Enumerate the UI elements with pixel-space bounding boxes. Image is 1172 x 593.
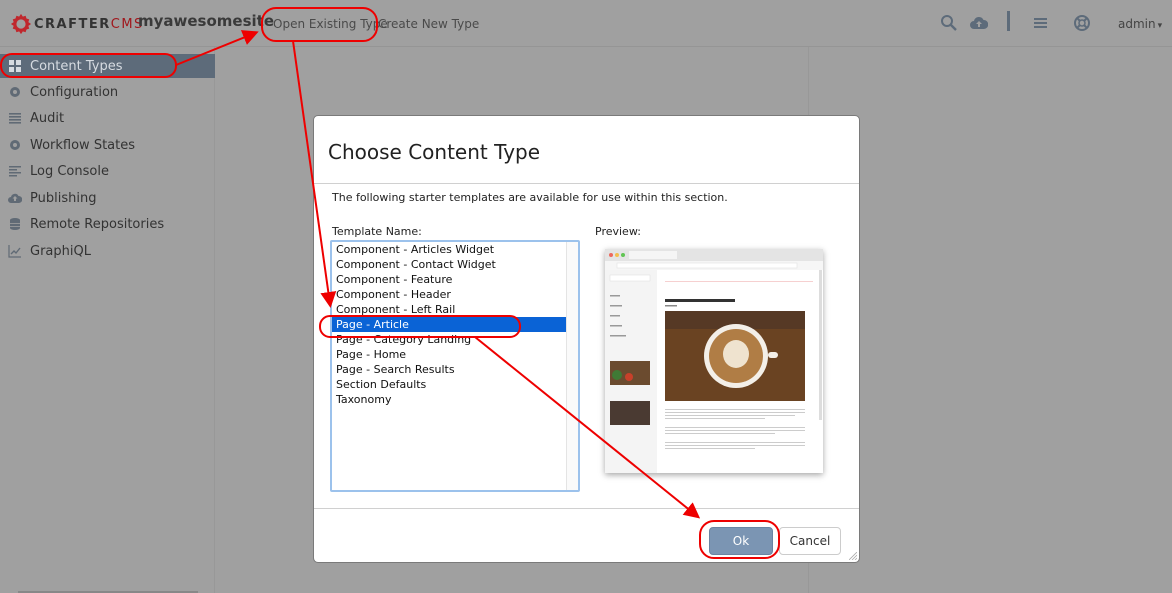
sidebar-item-label: Publishing: [30, 190, 97, 206]
preview-max-dot: [621, 253, 625, 257]
logo-main: CRAFTER: [34, 16, 111, 32]
sidebar-item-remote-repositories[interactable]: Remote Repositories: [0, 212, 215, 236]
sidebar-item-label: Content Types: [30, 58, 123, 74]
dialog-title: Choose Content Type: [328, 140, 541, 164]
caret-down-icon: ▾: [1157, 21, 1163, 31]
preview-scrollbar: [819, 270, 822, 420]
list-icon: [9, 113, 21, 124]
preview-min-dot: [615, 253, 619, 257]
preview-nav-line: [610, 335, 626, 337]
template-items: Component - Articles Widget Component - C…: [332, 242, 578, 407]
preview-text-line: [665, 418, 765, 419]
template-option[interactable]: Component - Header: [332, 287, 578, 302]
template-option[interactable]: Component - Contact Widget: [332, 257, 578, 272]
nav-create-new-type[interactable]: Create New Type: [378, 17, 479, 31]
search-icon[interactable]: [940, 14, 958, 32]
top-bar: CRAFTERCMS myawesomesite Open Existing T…: [0, 0, 1172, 47]
cloud-upload-icon: [8, 193, 22, 203]
sidebar-item-publishing[interactable]: Publishing: [0, 186, 215, 210]
dialog-footer-divider: [314, 508, 859, 509]
choose-content-type-dialog: Choose Content Type The following starte…: [313, 115, 860, 563]
template-option[interactable]: Page - Home: [332, 347, 578, 362]
preview-thumb-fitness: [610, 401, 650, 425]
user-menu[interactable]: admin ▾: [1118, 17, 1162, 31]
template-preview: [605, 249, 823, 473]
preview-search: [609, 274, 651, 282]
sidebar-item-label: Workflow States: [30, 137, 136, 153]
preview-nav-line: [610, 295, 620, 297]
cancel-button[interactable]: Cancel: [779, 527, 841, 555]
template-option[interactable]: Page - Category Landing: [332, 332, 578, 347]
sidebar-item-label: Remote Repositories: [30, 216, 165, 232]
grid-icon: [9, 60, 21, 72]
preview-url-field: [616, 262, 798, 269]
template-option[interactable]: Component - Left Rail: [332, 302, 578, 317]
database-icon: [10, 218, 20, 230]
cloud-upload-icon[interactable]: [970, 14, 988, 32]
gear-logo-icon: [10, 13, 32, 35]
user-name: admin: [1118, 17, 1156, 31]
template-option[interactable]: Taxonomy: [332, 392, 578, 407]
menu-icon[interactable]: [1032, 14, 1050, 32]
preview-text-line: [665, 442, 805, 443]
preview-latte-art: [723, 340, 749, 368]
align-left-icon: [9, 166, 21, 177]
ok-button[interactable]: Ok: [709, 527, 773, 555]
sidebar-item-content-types[interactable]: Content Types: [0, 54, 215, 78]
gear-icon: [10, 140, 20, 150]
header-divider: [1007, 11, 1010, 31]
dialog-description: The following starter templates are avai…: [332, 191, 728, 204]
preview-article-title: [665, 299, 735, 302]
template-listbox[interactable]: Component - Articles Widget Component - C…: [330, 240, 580, 492]
sidebar-item-workflow-states[interactable]: Workflow States: [0, 133, 215, 157]
sidebar-item-label: Log Console: [30, 163, 109, 179]
sidebar-item-label: Audit: [30, 110, 65, 126]
preview-text-line: [665, 412, 805, 413]
sidebar: Content Types Configuration Audit Workfl…: [0, 47, 215, 593]
preview-close-dot: [609, 253, 613, 257]
crafter-logo[interactable]: CRAFTERCMS: [10, 10, 144, 38]
gear-icon: [10, 87, 20, 97]
preview-label: Preview:: [595, 225, 641, 238]
preview-text-line: [665, 409, 805, 410]
resize-grip-icon[interactable]: [849, 552, 857, 560]
sidebar-item-label: Configuration: [30, 84, 119, 100]
preview-text-line: [665, 448, 755, 449]
template-option[interactable]: Component - Articles Widget: [332, 242, 578, 257]
template-option[interactable]: Page - Search Results: [332, 362, 578, 377]
site-name[interactable]: myawesomesite: [138, 12, 274, 30]
preview-text-line: [665, 430, 805, 431]
template-option[interactable]: Section Defaults: [332, 377, 578, 392]
preview-tab: [629, 251, 677, 259]
sidebar-item-label: GraphiQL: [30, 243, 91, 259]
sidebar-item-log-console[interactable]: Log Console: [0, 159, 215, 183]
preview-image: [605, 249, 823, 473]
preview-thumb-detail: [612, 370, 622, 380]
preview-byline: [665, 305, 677, 307]
preview-text-line: [665, 445, 805, 446]
listbox-scrollbar[interactable]: [566, 242, 578, 490]
dialog-header-divider: [314, 183, 859, 184]
template-name-label: Template Name:: [332, 225, 422, 238]
sidebar-item-configuration[interactable]: Configuration: [0, 80, 215, 104]
preview-nav-line: [610, 325, 622, 327]
preview-text-line: [665, 415, 795, 416]
nav-open-existing-type[interactable]: Open Existing Type: [273, 17, 388, 31]
template-option[interactable]: Page - Article: [332, 317, 566, 332]
logo-text: CRAFTERCMS: [34, 17, 144, 32]
preview-text-line: [665, 433, 775, 434]
preview-thumb-detail: [625, 373, 633, 381]
preview-cup-handle: [768, 352, 778, 358]
help-lifebuoy-icon[interactable]: [1073, 14, 1091, 32]
preview-nav-line: [610, 315, 620, 317]
sidebar-item-graphiql[interactable]: GraphiQL: [0, 239, 215, 263]
template-option[interactable]: Component - Feature: [332, 272, 578, 287]
preview-nav-line: [610, 305, 622, 307]
sidebar-item-audit[interactable]: Audit: [0, 106, 215, 130]
preview-header-rule: [665, 281, 813, 282]
line-chart-icon: [8, 245, 21, 258]
preview-text-line: [665, 427, 805, 428]
